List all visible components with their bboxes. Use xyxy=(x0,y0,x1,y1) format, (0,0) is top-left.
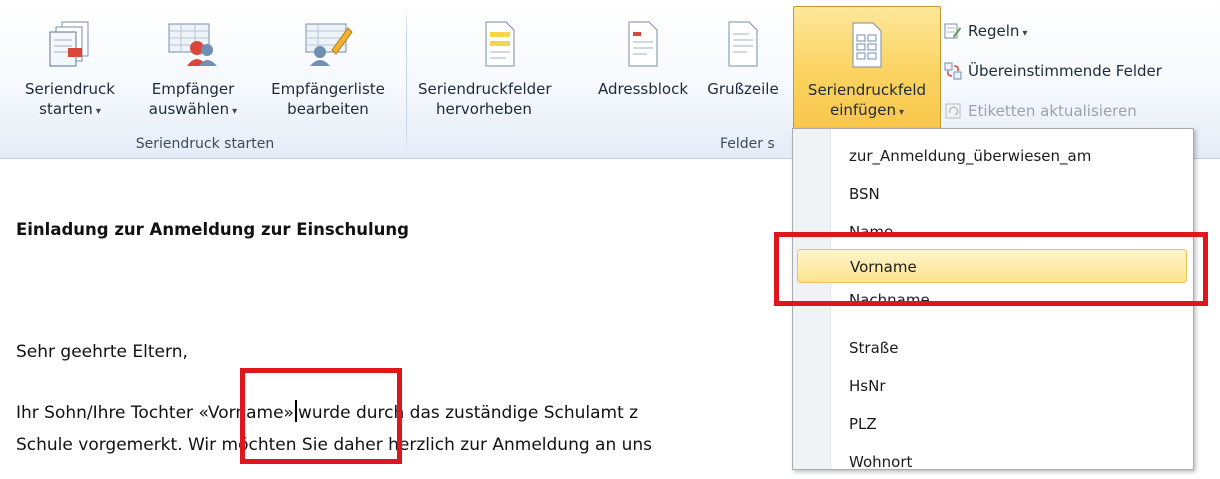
start-mail-merge-icon xyxy=(46,20,94,73)
select-recipients-icon xyxy=(167,20,219,73)
line1-start: Ihr Sohn/Ihre Tochter xyxy=(16,403,199,423)
address-block-button[interactable]: Adressblock xyxy=(590,6,696,130)
greeting-line-label: Grußzeile xyxy=(707,80,779,98)
chevron-down-icon: ▾ xyxy=(898,107,904,118)
document-greeting: Sehr geehrte Eltern, xyxy=(16,342,188,362)
chevron-down-icon: ▾ xyxy=(95,106,101,117)
select-recipients-button[interactable]: Empfänger auswählen ▾ xyxy=(132,6,254,130)
menu-item-field[interactable]: Wohnort xyxy=(831,445,1187,479)
select-recipients-label-2: auswählen xyxy=(148,100,230,118)
update-labels-icon xyxy=(944,102,962,120)
highlight-fields-icon xyxy=(482,20,518,73)
address-block-label: Adressblock xyxy=(597,80,688,98)
start-mail-merge-label: Seriendruck xyxy=(25,80,115,98)
match-fields-button[interactable]: Übereinstimmende Felder xyxy=(944,58,1162,84)
edit-recipient-list-button[interactable]: Empfängerliste bearbeiten xyxy=(258,6,398,130)
menu-item-field[interactable]: Straße xyxy=(831,331,1187,365)
group-separator xyxy=(406,6,407,156)
insert-merge-field-label-2: einfügen xyxy=(830,101,896,119)
highlight-merge-fields-button[interactable]: Seriendruckfelder hervorheben xyxy=(414,6,586,130)
address-block-icon xyxy=(625,20,661,73)
start-mail-merge-button[interactable]: Seriendruck starten ▾ xyxy=(10,6,130,130)
rules-button[interactable]: Regeln ▾ xyxy=(944,18,1027,44)
select-recipients-label: Empfänger xyxy=(151,80,235,98)
menu-item-field[interactable]: zur_Anmeldung_überwiesen_am xyxy=(831,139,1187,173)
edit-recipient-list-label-2: bearbeiten xyxy=(287,100,369,118)
chevron-down-icon: ▾ xyxy=(232,106,238,117)
highlight-box-merge-field xyxy=(240,368,402,464)
highlight-merge-fields-label: Seriendruckfelder xyxy=(418,80,552,98)
insert-merge-field-label: Seriendruckfeld xyxy=(807,81,927,99)
update-labels-label: Etiketten aktualisieren xyxy=(968,102,1137,120)
start-mail-merge-label-2: starten xyxy=(39,100,93,118)
insert-merge-field-icon xyxy=(849,21,885,74)
update-labels-button[interactable]: Etiketten aktualisieren xyxy=(944,98,1137,124)
match-fields-icon xyxy=(944,62,962,80)
document-heading: Einladung zur Anmeldung zur Einschulung xyxy=(16,220,409,239)
menu-item-field[interactable]: BSN xyxy=(831,177,1187,211)
menu-item-field[interactable]: PLZ xyxy=(831,407,1187,441)
rules-label: Regeln xyxy=(968,22,1020,40)
group-label-insert-fields: Felder s xyxy=(720,136,775,152)
highlight-merge-fields-label-2: hervorheben xyxy=(436,100,532,118)
highlight-box-menu-item xyxy=(774,232,1208,306)
edit-recipient-list-label: Empfängerliste xyxy=(271,80,385,98)
group-label-start-mail-merge: Seriendruck starten xyxy=(135,136,275,152)
chevron-down-icon: ▾ xyxy=(1022,28,1028,39)
edit-recipient-list-icon xyxy=(302,20,354,73)
match-fields-label: Übereinstimmende Felder xyxy=(968,62,1162,80)
menu-item-field[interactable]: HsNr xyxy=(831,369,1187,403)
greeting-line-button[interactable]: Grußzeile xyxy=(698,6,788,130)
greeting-line-icon xyxy=(725,20,761,73)
insert-merge-field-button[interactable]: Seriendruckfeld einfügen ▾ xyxy=(793,6,941,132)
rules-icon xyxy=(944,22,962,40)
